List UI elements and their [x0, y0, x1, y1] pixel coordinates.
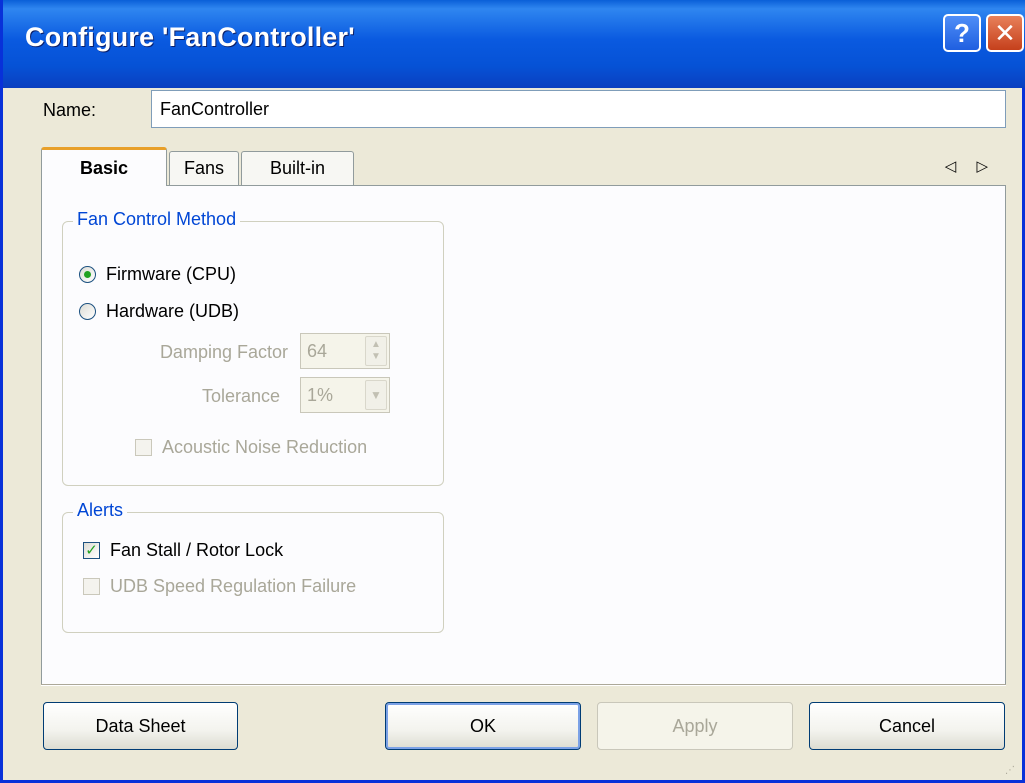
alerts-title: Alerts — [73, 500, 128, 521]
damping-factor-label: Damping Factor — [159, 342, 288, 362]
acoustic-noise-reduction-label: Acoustic Noise Reduction — [162, 437, 368, 457]
close-button[interactable]: ✕ — [986, 14, 1024, 52]
resize-grip-icon[interactable]: ⋰ — [1005, 765, 1016, 776]
tab-panel-basic: Fan Control Method Firmware (CPU) Hardwa… — [41, 186, 1006, 684]
acoustic-noise-reduction-checkbox[interactable]: Acoustic Noise Reduction — [135, 437, 367, 458]
alerts-group: Alerts ✓ Fan Stall / Rotor Lock UDB Spee… — [62, 500, 444, 633]
tab-fans[interactable]: Fans — [169, 151, 239, 185]
hardware-udb-label: Hardware (UDB) — [106, 301, 240, 321]
tab-basic[interactable]: Basic — [41, 147, 167, 186]
chevron-down-icon[interactable]: ▼ — [365, 380, 387, 410]
tab-strip: Basic Fans Built-in ◁ ▷ — [41, 145, 1006, 186]
help-button[interactable]: ? — [943, 14, 981, 52]
firmware-cpu-radio[interactable]: Firmware (CPU) — [79, 264, 236, 285]
tab-built-in[interactable]: Built-in — [241, 151, 354, 185]
tolerance-label: Tolerance — [201, 386, 280, 406]
radio-selected-icon — [79, 266, 96, 283]
ok-button[interactable]: OK — [385, 702, 581, 750]
tolerance-value: 1% — [307, 385, 334, 405]
name-input[interactable] — [151, 90, 1006, 128]
fan-control-method-group: Fan Control Method Firmware (CPU) Hardwa… — [62, 209, 444, 486]
udb-speed-regulation-failure-label: UDB Speed Regulation Failure — [110, 576, 357, 596]
checkmark-icon: ✓ — [83, 542, 100, 559]
configure-dialog: Configure 'FanController' ? ✕ Name: Basi… — [0, 0, 1025, 783]
title-bar[interactable]: Configure 'FanController' ? ✕ — [3, 0, 1025, 88]
cancel-button[interactable]: Cancel — [809, 702, 1005, 750]
tolerance-dropdown[interactable]: 1% ▼ — [300, 377, 390, 413]
data-sheet-button[interactable]: Data Sheet — [43, 702, 238, 750]
fan-stall-rotor-lock-checkbox[interactable]: ✓ Fan Stall / Rotor Lock — [83, 540, 283, 561]
radio-unselected-icon — [79, 303, 96, 320]
fan-stall-rotor-lock-label: Fan Stall / Rotor Lock — [110, 540, 284, 560]
fan-control-method-title: Fan Control Method — [73, 209, 241, 230]
hardware-udb-radio[interactable]: Hardware (UDB) — [79, 301, 239, 322]
checkbox-unchecked-icon — [83, 578, 100, 595]
damping-factor-value: 64 — [307, 341, 328, 361]
dialog-title: Configure 'FanController' — [25, 22, 355, 52]
apply-button[interactable]: Apply — [597, 702, 793, 750]
spin-arrows-icon[interactable]: ▲ ▼ — [365, 336, 387, 366]
close-icon: ✕ — [994, 17, 1016, 48]
tab-scroll-arrows-icon[interactable]: ◁ ▷ — [945, 157, 996, 175]
help-icon: ? — [954, 17, 970, 48]
name-label: Name: — [43, 100, 97, 120]
divider — [41, 684, 1006, 686]
udb-speed-regulation-failure-checkbox[interactable]: UDB Speed Regulation Failure — [83, 576, 356, 597]
damping-factor-stepper[interactable]: 64 ▲ ▼ — [300, 333, 390, 369]
firmware-cpu-label: Firmware (CPU) — [106, 264, 236, 284]
checkbox-unchecked-icon — [135, 439, 152, 456]
